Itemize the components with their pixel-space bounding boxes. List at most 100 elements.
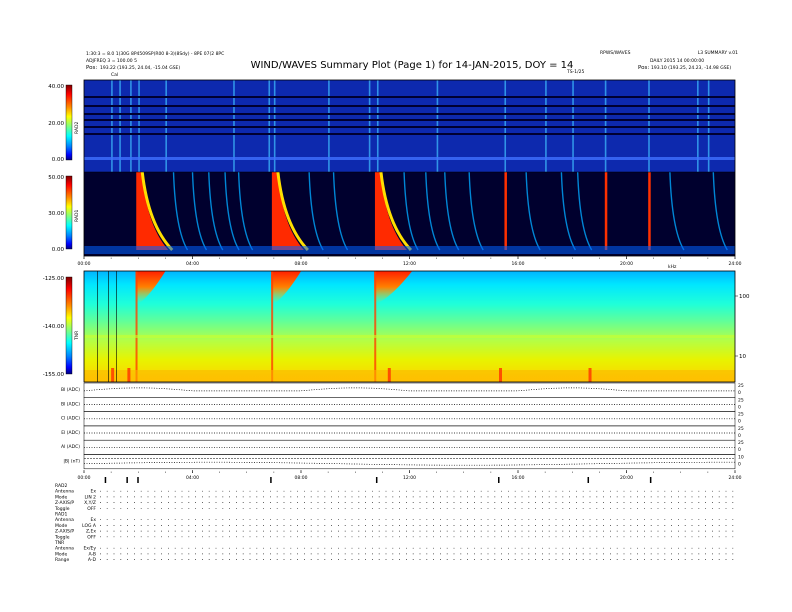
line-plot-right-tick: 25 <box>738 426 744 432</box>
line-plot-right-tick: 0 <box>738 404 741 410</box>
rad2-interference-line <box>84 119 735 121</box>
rad-time-tick-label: 24:00 <box>729 261 742 267</box>
header-right-top: RPWS/WAVES <box>600 50 631 56</box>
tnr-right-tick-0: 100 <box>739 294 750 300</box>
status-row-value: Z,Ex <box>86 529 96 535</box>
rad1-tick-0: 50.00 <box>48 175 64 181</box>
tnr-low-spike <box>111 368 115 382</box>
rad2-interference-line <box>84 113 735 115</box>
status-row-value: LOG A <box>82 523 97 529</box>
tnr-tick-1: -140.00 <box>43 324 65 330</box>
rad2-interference-line <box>84 133 735 135</box>
event-marker <box>649 477 652 483</box>
line-plots: Bl (ADC)250Bl (ADC)250Cl (ADC)250El (ADC… <box>61 382 744 470</box>
tnr-low-spike <box>499 368 503 382</box>
rad2-band <box>84 157 735 160</box>
page-title: WIND/WAVES Summary Plot (Page 1) for 14-… <box>251 60 574 71</box>
header-right-line1: DAILY 2015 14 00:00:00 <box>650 58 704 64</box>
header-info-line2: ADJFREQ 3 = 100.00 5 <box>86 58 137 64</box>
rad2-tick-0: 40.00 <box>48 84 64 90</box>
line-time-tick-label: 24:00 <box>729 475 742 481</box>
status-row-value: Ex/Ey <box>83 546 96 552</box>
line-plot-right-tick: 25 <box>738 383 744 389</box>
rad1-tick-2: 0.00 <box>52 247 65 253</box>
event-marker <box>498 477 500 483</box>
status-row-value: A-B <box>88 551 96 557</box>
header-pos-value-left: 193.22 (193.25, 24.04, -15.04 GSE) <box>100 65 180 71</box>
rad2-interference-line <box>84 96 735 98</box>
line-plot-label: Bl (ADC) <box>61 387 80 393</box>
rad-time-tick-label: 00:00 <box>78 261 91 267</box>
event-marker <box>104 477 107 483</box>
status-row-label: Antenna <box>55 489 74 495</box>
rad1-colorbar <box>65 175 73 250</box>
header-pos-label-left: Pos: <box>86 65 97 71</box>
line-time-tick-label: 12:00 <box>403 475 416 481</box>
rad-time-tick-label: 12:00 <box>403 261 416 267</box>
tnr-low-spike <box>127 368 131 382</box>
status-row-value: X,Y/Z <box>84 500 96 506</box>
cal-label: Cal <box>111 72 118 78</box>
line-plot-right-tick: 25 <box>738 440 744 446</box>
event-marker <box>375 477 378 483</box>
status-table: RAD2Antenna ExMode LIN 2Z-AXIS/P X,Y/ZToggl… <box>54 477 735 563</box>
status-row-value: Ex <box>90 489 96 495</box>
line-plot-right-tick: 0 <box>738 462 741 468</box>
header-info-line1: 1:30:3 = 8.0 1(30G 8P4509SP(R00 8-3)(8Sd… <box>86 51 224 57</box>
time-axis-lines: 00:00 04:00 08:00 12:00 16:00 20:00 24:00 <box>78 470 742 481</box>
tnr-low-spike <box>387 368 391 382</box>
line-plot-label: El (ADC) <box>61 430 80 436</box>
rad1-low-band <box>84 246 735 254</box>
rad-time-tick-label: 04:00 <box>186 261 199 267</box>
line-plot-right-tick: 0 <box>738 447 741 453</box>
status-row-label: Mode <box>55 523 67 529</box>
status-row-label: Z-AXIS/P <box>55 500 74 506</box>
rad2-label: RAD2 <box>74 122 80 134</box>
line-plot-right-tick: 0 <box>738 433 741 439</box>
status-row-label: Toggle <box>54 506 70 512</box>
status-row-label: Antenna <box>55 517 74 523</box>
tnr-tick-2: -155.00 <box>43 372 65 378</box>
tnr-tick-0: -125.00 <box>43 276 65 282</box>
rad-time-tick-label: 20:00 <box>620 261 633 267</box>
line-plot-right-tick: 0 <box>738 419 741 425</box>
tnr-burst-line <box>271 271 274 382</box>
line-time-tick-label: 08:00 <box>295 475 308 481</box>
line-time-tick-label: 20:00 <box>620 475 633 481</box>
flag-label: TS-1/25 <box>566 69 584 75</box>
tnr-bottom-band <box>84 370 735 382</box>
tnr-burst-line <box>374 271 377 382</box>
status-row-label: RAD1 <box>55 512 67 518</box>
event-marker <box>270 477 272 483</box>
rad1-narrow-burst <box>648 172 651 250</box>
status-row-label: Z-AXIS/P <box>55 529 74 535</box>
time-axis-rad: 00:00 04:00 08:00 12:00 16:00 20:00 24:00 <box>78 256 742 267</box>
event-marker <box>137 477 139 483</box>
header-pos-value-right: 193.10 (193.25, 24.23, -14.98 GSE) <box>651 65 731 71</box>
status-row-label: Toggle <box>54 534 70 540</box>
header-right-top2: L3 SUMMARY v.01 <box>698 50 738 56</box>
tnr-burst-line <box>135 271 138 382</box>
tnr-colorbar <box>65 276 73 375</box>
line-time-tick-label: 00:00 <box>78 475 91 481</box>
status-row-label: Antenna <box>55 546 74 552</box>
rad2-tick-1: 20.00 <box>48 121 64 127</box>
rad2-tick-2: 0.00 <box>52 157 65 163</box>
summary-plot: 1:30:3 = 8.0 1(30G 8P4509SP(R00 8-3)(8Sd… <box>43 50 750 563</box>
rad-time-tick-label: 16:00 <box>512 261 525 267</box>
line-plot-label: Bl (ADC) <box>61 401 80 407</box>
status-row-label: Mode <box>55 494 67 500</box>
rad1-label: RAD1 <box>74 210 80 222</box>
rad1-narrow-burst <box>504 172 507 250</box>
status-row-label: RAD2 <box>55 483 67 489</box>
rad1-narrow-burst <box>604 172 608 250</box>
rad2-interference-line <box>84 126 735 128</box>
tnr-label: TNR <box>74 331 80 341</box>
status-row-label: Mode <box>55 551 67 557</box>
rad2-colorbar <box>65 84 73 161</box>
event-marker <box>126 477 128 483</box>
tnr-plasma-line <box>84 335 735 338</box>
line-time-tick-label: 16:00 <box>512 475 525 481</box>
line-plot-right-tick: 0 <box>738 390 741 396</box>
status-row-label: TNR <box>54 540 64 546</box>
